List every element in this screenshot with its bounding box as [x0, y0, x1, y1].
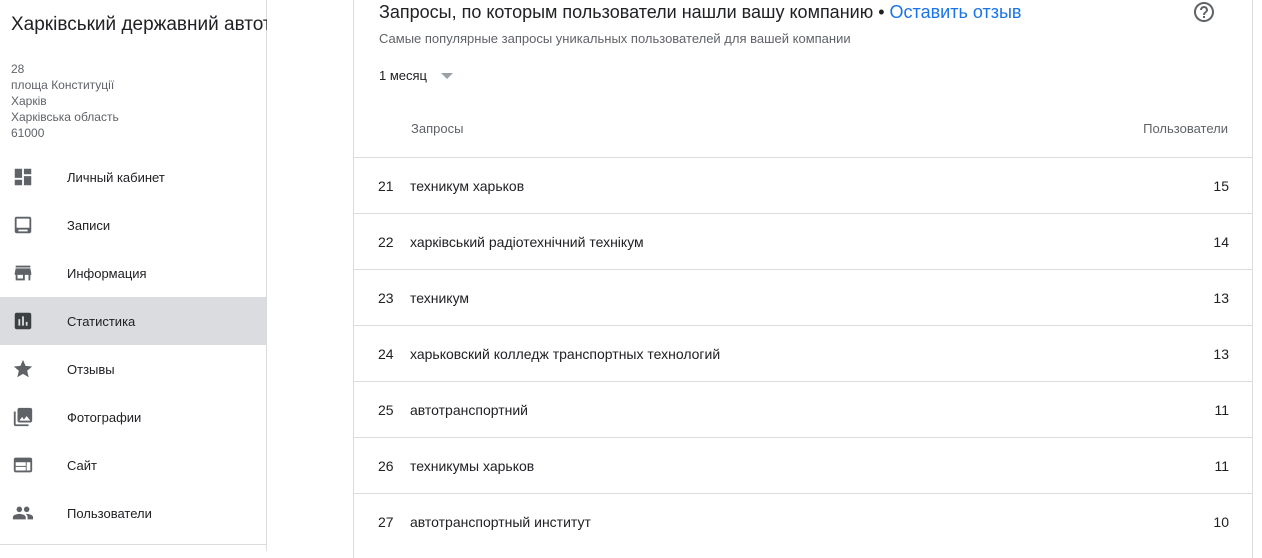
- insights-icon: [12, 310, 34, 332]
- table-row: 21 техникум харьков 15: [354, 157, 1252, 213]
- query-text: харківський радіотехнічний технікум: [410, 234, 644, 250]
- row-number: 21: [378, 178, 394, 194]
- period-value: 1 месяц: [379, 68, 427, 83]
- query-text: автотранспортный институт: [410, 514, 591, 530]
- dashboard-icon: [12, 166, 34, 188]
- query-text: техникумы харьков: [410, 458, 535, 474]
- sidebar-item-dashboard[interactable]: Личный кабинет: [0, 153, 267, 201]
- query-text: харьковский колледж транспортных техноло…: [410, 346, 721, 362]
- query-text: техникум: [410, 290, 470, 306]
- query-text: техникум харьков: [410, 178, 525, 194]
- sidebar-item-photos[interactable]: Фотографии: [0, 393, 267, 441]
- users-count: 11: [1214, 458, 1229, 474]
- table-row: 27 автотранспортный институт 10: [354, 493, 1252, 549]
- sidebar-item-label: Пользователи: [67, 505, 152, 521]
- sidebar-item-website[interactable]: Сайт: [0, 441, 267, 489]
- address-line: 61000: [11, 126, 45, 140]
- sidebar-divider: [0, 544, 267, 545]
- sidebar: Харківський державний автотранспортний к…: [0, 0, 267, 551]
- row-number: 24: [378, 346, 394, 362]
- column-header-users: Пользователи: [1143, 121, 1228, 136]
- period-dropdown[interactable]: 1 месяц: [379, 68, 453, 83]
- address-line: 28: [11, 62, 25, 76]
- users-count: 14: [1213, 234, 1229, 250]
- address-line: площа Конституції: [11, 78, 115, 92]
- search-queries-card: Запросы, по которым пользователи нашли в…: [353, 0, 1253, 558]
- sidebar-nav: Личный кабинет Записи Информация Статист…: [0, 153, 267, 537]
- table-row: 24 харьковский колледж транспортных техн…: [354, 325, 1252, 381]
- sidebar-item-label: Фотографии: [67, 409, 142, 425]
- sidebar-item-users[interactable]: Пользователи: [0, 489, 267, 537]
- row-number: 27: [378, 514, 394, 530]
- row-number: 23: [378, 290, 394, 306]
- business-name: Харківський державний автотранспортний к…: [11, 14, 267, 35]
- website-icon: [12, 454, 34, 476]
- title-separator: •: [878, 2, 885, 22]
- address-line: Харківська область: [11, 110, 119, 124]
- column-header-queries: Запросы: [411, 121, 464, 136]
- table-row: 26 техникумы харьков 11: [354, 437, 1252, 493]
- store-icon: [12, 262, 34, 284]
- sidebar-item-label: Статистика: [67, 313, 136, 329]
- leave-review-link[interactable]: Оставить отзыв: [890, 2, 1022, 22]
- users-count: 13: [1213, 290, 1229, 306]
- row-number: 25: [378, 402, 394, 418]
- query-text: автотранспортний: [410, 402, 528, 418]
- users-count: 15: [1213, 178, 1229, 194]
- business-address: 28 площа Конституції Харків Харківська о…: [11, 61, 119, 141]
- sidebar-item-label: Отзывы: [67, 361, 115, 377]
- table-row: 23 техникум 13: [354, 269, 1252, 325]
- users-icon: [12, 502, 34, 524]
- table-row: 22 харківський радіотехнічний технікум 1…: [354, 213, 1252, 269]
- sidebar-item-posts[interactable]: Записи: [0, 201, 267, 249]
- table-row: 25 автотранспортний 11: [354, 381, 1252, 437]
- row-number: 26: [378, 458, 394, 474]
- sidebar-item-label: Записи: [67, 217, 111, 233]
- users-count: 11: [1214, 402, 1229, 418]
- posts-icon: [12, 214, 34, 236]
- star-icon: [12, 358, 34, 380]
- sidebar-item-label: Личный кабинет: [67, 169, 165, 185]
- users-count: 13: [1213, 346, 1229, 362]
- sidebar-item-label: Информация: [67, 265, 147, 281]
- sidebar-item-info[interactable]: Информация: [0, 249, 267, 297]
- users-count: 10: [1213, 514, 1229, 530]
- row-number: 22: [378, 234, 394, 250]
- card-title: Запросы, по которым пользователи нашли в…: [379, 0, 1021, 24]
- photos-icon: [12, 406, 34, 428]
- address-line: Харків: [11, 94, 47, 108]
- card-title-text: Запросы, по которым пользователи нашли в…: [379, 2, 874, 22]
- sidebar-item-reviews[interactable]: Отзывы: [0, 345, 267, 393]
- sidebar-item-label: Сайт: [67, 457, 97, 473]
- card-subtitle: Самые популярные запросы уникальных поль…: [379, 31, 851, 46]
- help-icon[interactable]: [1192, 0, 1216, 24]
- sidebar-item-insights[interactable]: Статистика: [0, 297, 267, 345]
- queries-table: 21 техникум харьков 15 22 харківський ра…: [354, 157, 1252, 549]
- dropdown-arrow-icon: [441, 72, 453, 79]
